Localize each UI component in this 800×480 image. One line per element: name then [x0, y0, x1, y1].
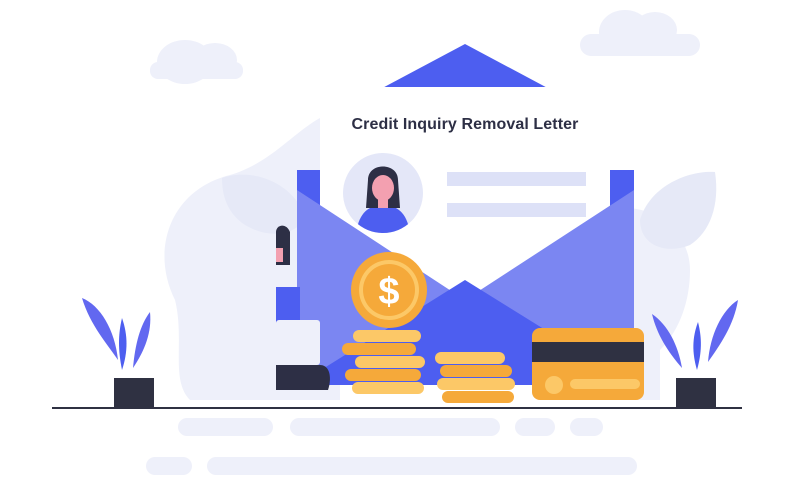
credit-card-icon [532, 328, 644, 400]
cloud-left [150, 40, 243, 84]
dollar-coin-icon: $ [351, 252, 427, 328]
floor-decoration [146, 418, 637, 475]
dollar-symbol: $ [378, 271, 399, 313]
letter-line [447, 172, 586, 186]
potted-plant-left [82, 298, 154, 408]
credit-letter-illustration: $ [52, 10, 742, 475]
letter-title: Credit Inquiry Removal Letter [351, 116, 579, 133]
illustration-canvas: $ Credit Inquiry Removal Letter [0, 0, 800, 480]
letter-line [447, 203, 586, 217]
leaf-right [640, 171, 717, 249]
cloud-right [580, 10, 700, 56]
